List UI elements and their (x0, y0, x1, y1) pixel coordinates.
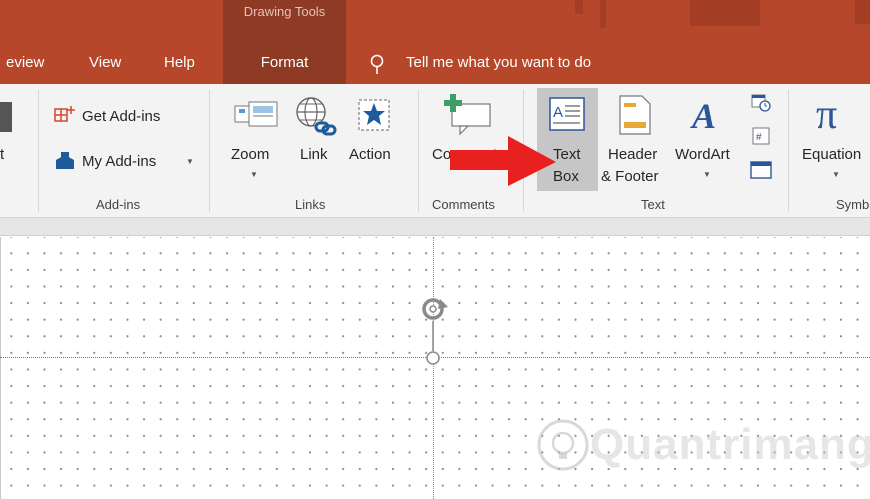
contextual-header-label: Drawing Tools (243, 4, 326, 19)
comments-group-label: Comments (432, 197, 495, 212)
vertical-guide[interactable] (433, 237, 434, 499)
symbols-group-label: Symb (836, 197, 870, 212)
watermark-text: Quantrimang (590, 420, 870, 469)
header-footer-label-line1[interactable]: Header (608, 146, 657, 163)
red-arrow-annotation (450, 136, 556, 186)
equation-button[interactable]: Equation (802, 146, 861, 163)
object-icon[interactable] (750, 161, 772, 179)
tab-format[interactable]: Format (223, 44, 346, 84)
store-addin-icon (54, 106, 75, 122)
text-box-icon: A (549, 97, 585, 131)
action-button[interactable]: Action (349, 146, 391, 163)
group-separator (38, 90, 39, 212)
zoom-button[interactable]: Zoom (231, 146, 269, 163)
date-time-icon[interactable] (751, 92, 771, 112)
lightbulb-icon[interactable] (370, 54, 384, 76)
svg-text:#: # (756, 132, 762, 143)
group-separator (418, 90, 419, 212)
svg-text:A: A (690, 96, 716, 134)
tab-help[interactable]: Help (164, 44, 195, 84)
title-decoration (600, 0, 606, 28)
get-addins-button[interactable]: Get Add-ins (82, 108, 160, 125)
svg-text:π: π (816, 94, 837, 136)
action-icon (358, 99, 390, 131)
addins-group-label: Add-ins (96, 197, 141, 212)
wordart-dropdown-icon[interactable]: ▼ (703, 170, 711, 179)
zoom-dropdown-icon[interactable]: ▼ (250, 170, 258, 179)
lightbulb-logo-icon (537, 419, 589, 471)
group-separator (788, 90, 789, 212)
header-footer-icon (619, 95, 651, 135)
link-button[interactable]: Link (300, 146, 328, 163)
equation-dropdown-icon[interactable]: ▼ (832, 170, 840, 179)
title-bar (0, 0, 870, 44)
rotate-handle-icon[interactable] (420, 293, 460, 367)
my-addins-dropdown-icon[interactable]: ▼ (186, 157, 194, 166)
tell-me-search[interactable]: Tell me what you want to do (406, 44, 591, 84)
group-separator (209, 90, 210, 212)
tab-view[interactable]: View (89, 44, 121, 84)
header-footer-label-line2[interactable]: & Footer (601, 168, 659, 185)
wordart-button[interactable]: WordArt (675, 146, 730, 163)
links-group-label: Links (295, 197, 326, 212)
tab-review[interactable]: eview (6, 44, 44, 84)
title-decoration (690, 0, 760, 26)
partial-button-label[interactable]: t (0, 146, 4, 163)
svg-text:A: A (553, 104, 563, 121)
comment-icon (444, 94, 491, 136)
partial-icon (0, 102, 12, 132)
ribbon-bottom-strip (0, 218, 870, 236)
title-decoration (575, 0, 583, 14)
slide-number-icon[interactable]: # (752, 127, 770, 145)
wordart-icon: A (690, 96, 716, 134)
my-addins-button[interactable]: My Add-ins (82, 153, 156, 170)
equation-icon: π (816, 94, 837, 136)
my-addins-icon (56, 152, 74, 169)
text-group-label: Text (641, 197, 665, 212)
zoom-icon (234, 101, 278, 127)
title-decoration (855, 0, 870, 24)
link-icon (296, 97, 337, 136)
